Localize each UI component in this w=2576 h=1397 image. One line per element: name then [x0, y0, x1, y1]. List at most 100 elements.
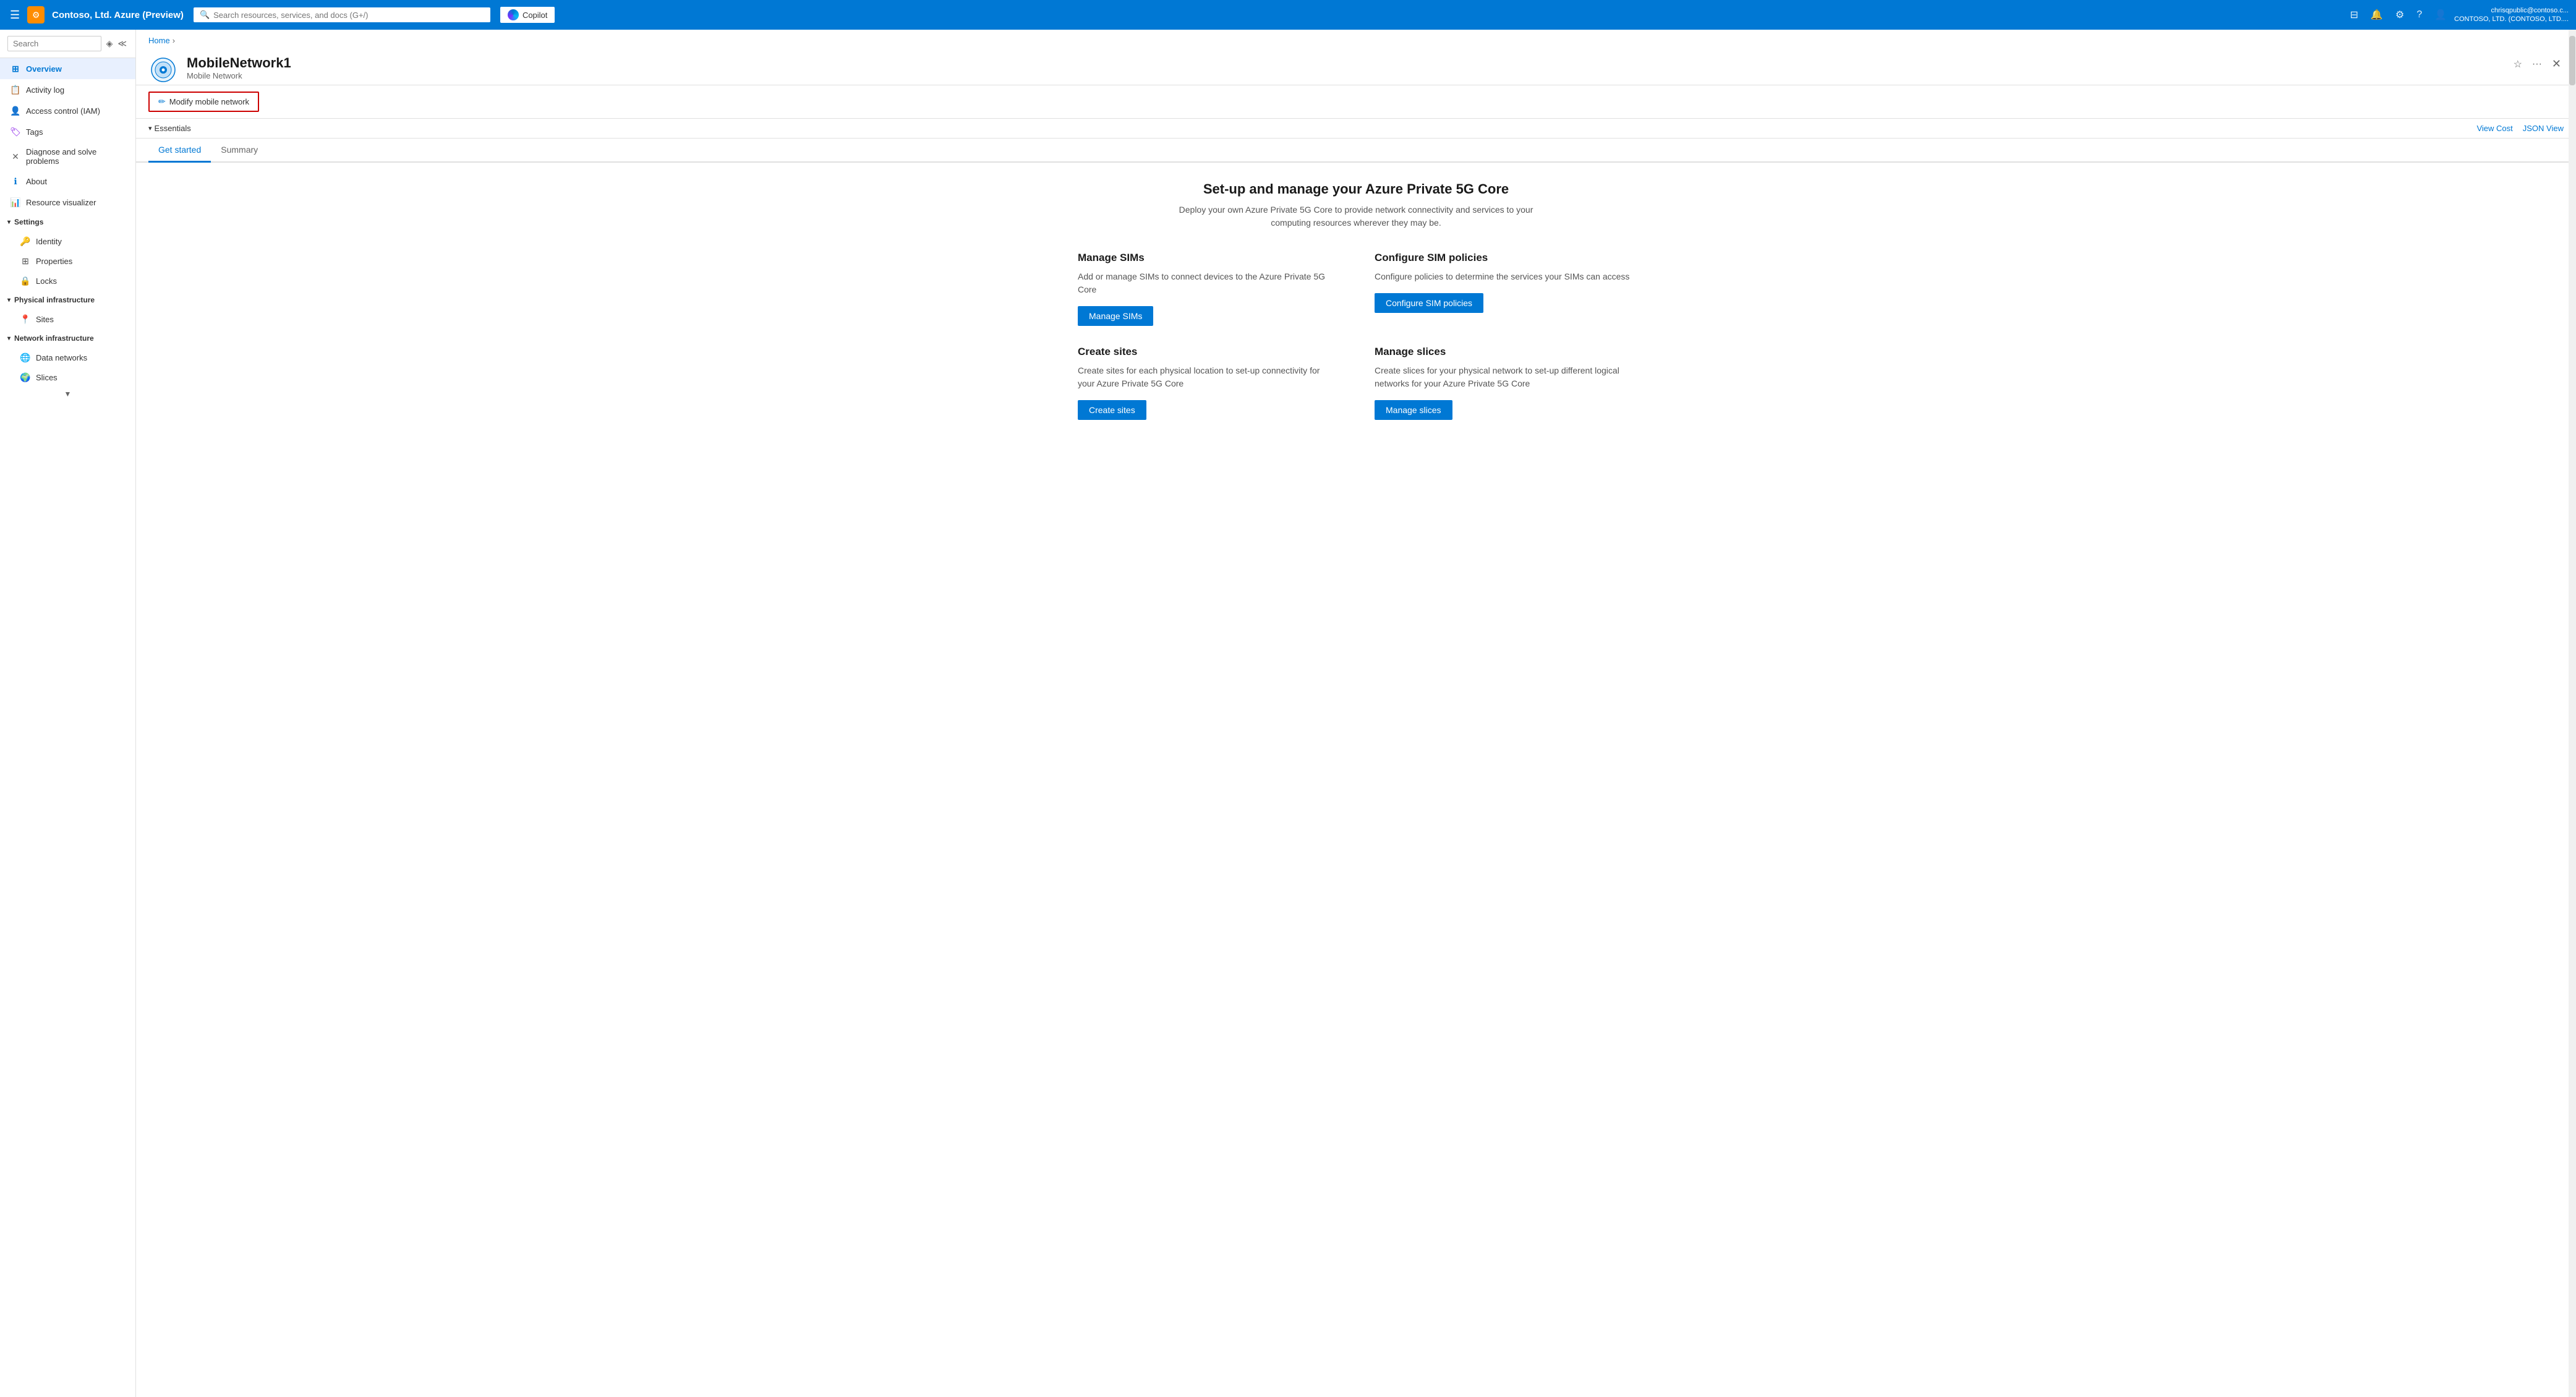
settings-icon[interactable]: ⚙	[2390, 5, 2409, 25]
overview-icon: ⊞	[10, 63, 21, 74]
close-icon[interactable]: ✕	[2549, 55, 2564, 73]
tab-summary[interactable]: Summary	[211, 139, 268, 163]
essentials-label: Essentials	[155, 124, 191, 133]
favorite-icon[interactable]: ☆	[2511, 56, 2525, 73]
essentials-links: View Cost JSON View	[2476, 124, 2564, 133]
sidebar-item-tags[interactable]: 🏷 Tags	[0, 121, 135, 142]
sidebar-item-overview[interactable]: ⊞ Overview	[0, 58, 135, 79]
feedback-icon[interactable]: 👤	[2429, 5, 2452, 25]
network-section-label: Network infrastructure	[14, 334, 94, 343]
hero-subtitle: Deploy your own Azure Private 5G Core to…	[1171, 203, 1542, 229]
configure-sim-policies-button[interactable]: Configure SIM policies	[1375, 293, 1483, 313]
sidebar-item-label: Overview	[26, 64, 62, 74]
sidebar-search-area: ◈ ≪	[0, 30, 135, 58]
tags-icon: 🏷	[10, 126, 21, 137]
card-description: Create sites for each physical location …	[1078, 364, 1337, 390]
resource-name: MobileNetwork1	[187, 55, 2502, 71]
view-cost-link[interactable]: View Cost	[2476, 124, 2512, 133]
tab-get-started[interactable]: Get started	[148, 139, 211, 163]
manage-sims-button[interactable]: Manage SIMs	[1078, 306, 1153, 326]
scrollbar-thumb[interactable]	[2569, 36, 2575, 85]
sidebar-nav: ⊞ Overview 📋 Activity log 👤 Access contr…	[0, 58, 135, 1397]
hero-title: Set-up and manage your Azure Private 5G …	[161, 181, 2551, 197]
physical-chevron-icon: ▾	[7, 297, 11, 304]
sidebar-sub-item-label: Sites	[36, 315, 54, 324]
copilot-button[interactable]: Copilot	[500, 7, 555, 23]
sites-icon: 📍	[20, 314, 31, 325]
card-manage-slices: Manage slices Create slices for your phy…	[1375, 346, 1634, 420]
pin-icon[interactable]: ◈	[105, 37, 114, 50]
card-create-sites: Create sites Create sites for each physi…	[1078, 346, 1337, 420]
app-layout: ◈ ≪ ⊞ Overview 📋 Activity log 👤 Access c…	[0, 30, 2576, 1397]
physical-section-label: Physical infrastructure	[14, 296, 95, 304]
sidebar-item-resource-visualizer[interactable]: 📊 Resource visualizer	[0, 192, 135, 213]
sidebar-item-label: Diagnose and solve problems	[26, 147, 126, 166]
main-panel: Home › MobileNetwork1 Mobile Network ☆ ·…	[136, 30, 2576, 1397]
locks-icon: 🔒	[20, 275, 31, 286]
sidebar-item-properties[interactable]: ⊞ Properties	[0, 251, 135, 271]
user-profile[interactable]: chrisqpublic@contoso.c... CONTOSO, LTD. …	[2454, 6, 2569, 24]
create-sites-button[interactable]: Create sites	[1078, 400, 1146, 420]
card-title: Manage SIMs	[1078, 252, 1337, 264]
diagnose-icon: ✕	[10, 151, 21, 162]
breadcrumb-home[interactable]: Home	[148, 36, 170, 45]
sidebar-search-input[interactable]	[7, 36, 101, 51]
user-name: chrisqpublic@contoso.c...	[2454, 6, 2569, 15]
card-title: Configure SIM policies	[1375, 252, 1634, 264]
settings-section-header[interactable]: ▾ Settings	[0, 213, 135, 231]
slices-icon: 🌍	[20, 372, 31, 383]
sidebar-sub-item-label: Slices	[36, 373, 58, 382]
resource-info: MobileNetwork1 Mobile Network	[187, 55, 2502, 80]
essentials-toggle[interactable]: ▾ Essentials	[148, 124, 191, 133]
network-chevron-icon: ▾	[7, 335, 11, 342]
network-section-header[interactable]: ▾ Network infrastructure	[0, 329, 135, 348]
sidebar-item-diagnose[interactable]: ✕ Diagnose and solve problems	[0, 142, 135, 171]
json-view-link[interactable]: JSON View	[2523, 124, 2564, 133]
identity-icon: 🔑	[20, 236, 31, 247]
sidebar-item-label: Resource visualizer	[26, 198, 96, 207]
azure-app-icon: ⚙	[27, 6, 45, 23]
sidebar-item-data-networks[interactable]: 🌐 Data networks	[0, 348, 135, 367]
sidebar-item-locks[interactable]: 🔒 Locks	[0, 271, 135, 291]
cloud-shell-icon[interactable]: ⊟	[2345, 5, 2363, 25]
collapse-icon[interactable]: ≪	[116, 37, 128, 50]
resource-type: Mobile Network	[187, 71, 2502, 80]
mobile-network-svg-icon	[150, 57, 176, 83]
global-search-box[interactable]: 🔍	[194, 7, 490, 22]
breadcrumb: Home ›	[136, 30, 2576, 48]
search-icon: 🔍	[200, 10, 210, 20]
content-area: ▾ Essentials View Cost JSON View Get sta…	[136, 119, 2576, 1397]
hamburger-menu-icon[interactable]: ☰	[7, 6, 22, 24]
properties-icon: ⊞	[20, 255, 31, 267]
help-icon[interactable]: ?	[2412, 6, 2427, 24]
sidebar-item-slices[interactable]: 🌍 Slices	[0, 367, 135, 387]
top-navigation: ☰ ⚙ Contoso, Ltd. Azure (Preview) 🔍 Copi…	[0, 0, 2576, 30]
modify-mobile-network-button[interactable]: ✏ Modify mobile network	[148, 92, 259, 112]
sidebar-item-about[interactable]: ℹ About	[0, 171, 135, 192]
sidebar-item-identity[interactable]: 🔑 Identity	[0, 231, 135, 251]
global-search-input[interactable]	[213, 11, 484, 20]
notifications-icon[interactable]: 🔔	[2366, 5, 2388, 25]
copilot-label: Copilot	[522, 11, 547, 20]
sidebar-item-activity-log[interactable]: 📋 Activity log	[0, 79, 135, 100]
manage-slices-button[interactable]: Manage slices	[1375, 400, 1452, 420]
card-manage-sims: Manage SIMs Add or manage SIMs to connec…	[1078, 252, 1337, 326]
essentials-chevron-icon: ▾	[148, 124, 152, 132]
resource-header-actions: ☆ ··· ✕	[2511, 55, 2564, 73]
sidebar-item-label: Activity log	[26, 85, 64, 95]
sidebar-scroll-down-icon[interactable]: ▼	[0, 387, 135, 401]
card-title: Manage slices	[1375, 346, 1634, 358]
sidebar-item-sites[interactable]: 📍 Sites	[0, 309, 135, 329]
toolbar: ✏ Modify mobile network	[136, 85, 2576, 119]
sidebar-sub-item-label: Locks	[36, 276, 57, 286]
more-menu-icon[interactable]: ···	[2530, 56, 2544, 72]
settings-section-label: Settings	[14, 218, 43, 226]
edit-icon: ✏	[158, 96, 166, 107]
about-icon: ℹ	[10, 176, 21, 187]
resource-header: MobileNetwork1 Mobile Network ☆ ··· ✕	[136, 48, 2576, 85]
card-title: Create sites	[1078, 346, 1337, 358]
right-scrollbar[interactable]	[2569, 30, 2576, 1397]
main-content: Set-up and manage your Azure Private 5G …	[136, 163, 2576, 438]
physical-section-header[interactable]: ▾ Physical infrastructure	[0, 291, 135, 309]
sidebar-item-access-control[interactable]: 👤 Access control (IAM)	[0, 100, 135, 121]
